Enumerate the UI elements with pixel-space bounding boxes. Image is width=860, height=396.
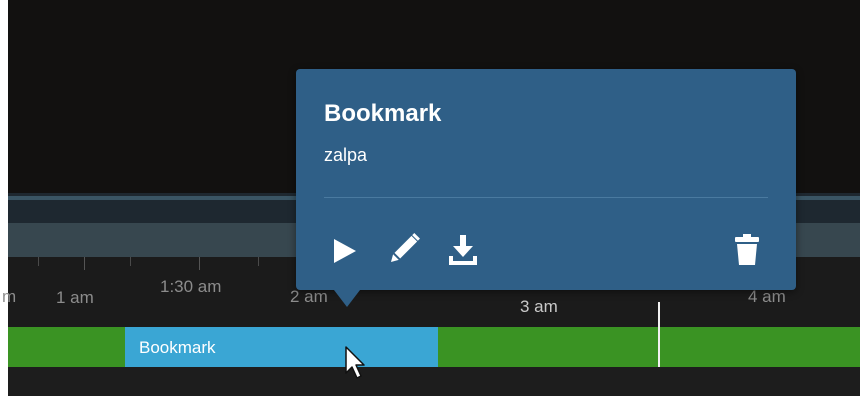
popup-title: Bookmark [324, 100, 442, 127]
mouse-cursor-icon [344, 345, 368, 386]
bookmark-segment[interactable]: Bookmark [125, 327, 438, 367]
trash-icon[interactable] [733, 232, 761, 268]
timeline-bottom-strip [8, 367, 860, 396]
tick-label-3am: 3 am [520, 297, 558, 316]
popup-description: zalpa [324, 145, 368, 165]
tick-label-1am: 1 am [56, 288, 94, 307]
download-icon[interactable] [446, 232, 480, 268]
pencil-icon[interactable] [383, 230, 423, 270]
popup-pointer [334, 290, 360, 307]
tick-label-4am: 4 am [748, 287, 786, 306]
popup-divider [324, 197, 768, 198]
play-icon[interactable] [332, 237, 358, 265]
timeline-track[interactable]: Bookmark [8, 302, 860, 367]
tick-label-130am: 1:30 am [160, 277, 222, 296]
tick-label-2am: 2 am [290, 287, 328, 306]
bookmark-popup: Bookmark zalpa [296, 69, 796, 307]
bookmark-segment-label: Bookmark [139, 338, 216, 357]
playhead[interactable] [658, 302, 660, 367]
tick-label-partial: m [2, 287, 17, 306]
